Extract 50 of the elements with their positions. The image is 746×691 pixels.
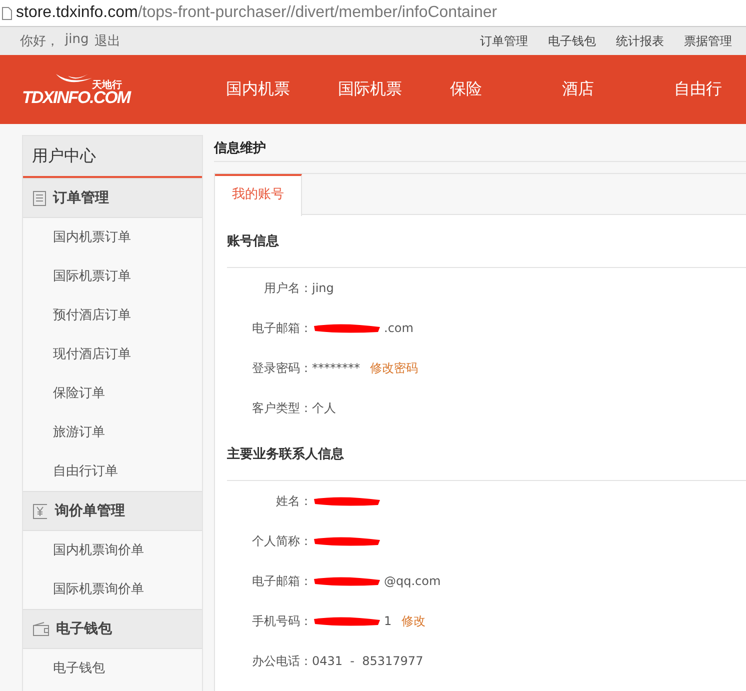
field-value: 个人 (312, 400, 336, 416)
greeting-text: 你好， (20, 33, 59, 50)
nav-link[interactable]: 酒店 (562, 79, 674, 100)
wallet-icon (33, 622, 49, 636)
field-label: 个人简称： (251, 532, 312, 550)
sidebar-item[interactable]: 电子钱包 (23, 649, 202, 688)
field-value: .com (384, 321, 414, 335)
field-label: 电子邮箱： (251, 320, 312, 336)
sidebar-item[interactable]: 国际机票订单 (23, 257, 202, 296)
nav-link[interactable]: 保险 (450, 79, 562, 100)
sidebar-title: 用户中心 (23, 136, 202, 178)
field-label: 客户类型： (251, 400, 312, 416)
sidebar-item[interactable]: 现付酒店订单 (23, 335, 202, 374)
nav-link[interactable]: 国际机票 (338, 79, 450, 100)
section-title: 账号信息 (227, 233, 279, 250)
sidebar-group-header[interactable]: 电子钱包 (23, 609, 202, 649)
sidebar-item[interactable]: 国际机票询价单 (23, 570, 202, 609)
sidebar-group-header[interactable]: 订单管理 (23, 178, 202, 218)
sidebar-item[interactable]: 旅游订单 (23, 413, 202, 452)
section-title: 主要业务联系人信息 (227, 446, 344, 463)
field-value: 0431 - 85317977 (312, 654, 424, 668)
nav-link[interactable]: 自由行 (674, 79, 746, 100)
nav-link[interactable]: 国内机票 (226, 79, 338, 100)
list-icon (33, 190, 46, 206)
field-value: 1 (384, 614, 392, 628)
yen-icon (33, 504, 48, 518)
field-value: jing (312, 281, 334, 295)
field-label: 手机号码： (251, 612, 312, 630)
sidebar-item[interactable]: 国内机票订单 (23, 218, 202, 257)
sidebar-group-header[interactable]: 询价单管理 (23, 491, 202, 531)
top-link[interactable]: 票据管理 (684, 32, 732, 50)
field-label: 办公电话： (251, 652, 312, 670)
user-name: jing (65, 32, 89, 49)
field-label: 电子邮箱： (251, 572, 312, 590)
sidebar-item[interactable]: 自由行订单 (23, 452, 202, 491)
field-label: 用户名： (263, 280, 312, 296)
site-logo[interactable]: TDXINFO.COM 天地行 (22, 72, 130, 108)
logout-link[interactable]: 退出 (94, 32, 121, 50)
top-link[interactable]: 电子钱包 (548, 32, 596, 50)
sidebar-item[interactable]: 国内机票询价单 (23, 531, 202, 570)
sidebar-item[interactable]: 预付酒店订单 (23, 296, 202, 335)
field-label: 登录密码： (251, 360, 312, 376)
tab[interactable]: 我的账号 (215, 174, 302, 216)
sidebar-item[interactable]: 保险订单 (23, 374, 202, 413)
top-link[interactable]: 统计报表 (616, 32, 664, 50)
field-value: ******** (312, 361, 360, 375)
top-link[interactable]: 订单管理 (480, 32, 528, 50)
field-value: @qq.com (384, 574, 441, 588)
page-title: 信息维护 (214, 135, 746, 162)
field-label: 姓名： (275, 492, 312, 510)
